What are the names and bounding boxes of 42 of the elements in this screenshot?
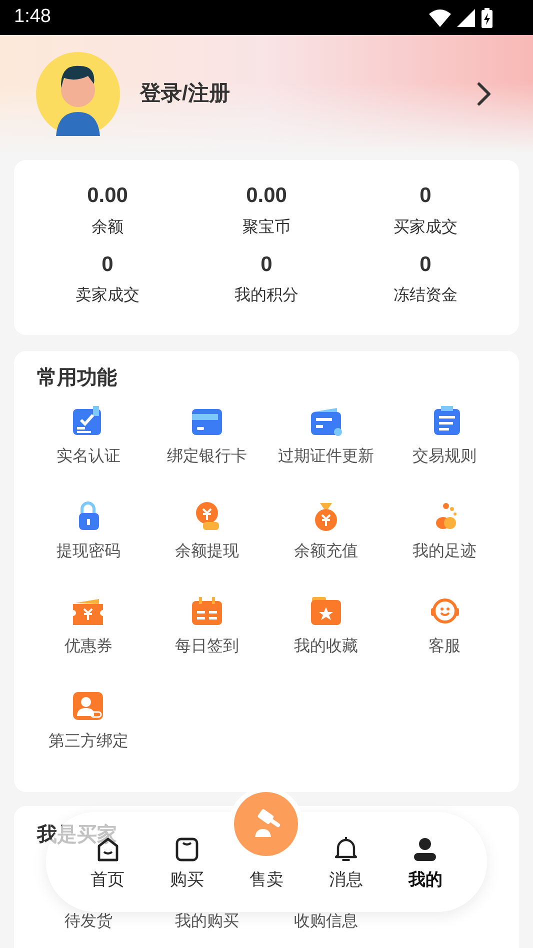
function-label[interactable]: 客服 [428,635,461,659]
signal-icon [457,8,475,26]
function-label[interactable]: 我的足迹 [412,540,477,564]
stat-value: 0 [420,252,432,278]
tab-item[interactable]: 我的 [408,836,442,892]
tab-item[interactable]: 消息 [328,836,363,892]
function-label[interactable]: 余额充值 [294,540,358,564]
battery-icon [481,8,493,28]
stat-label: 卖家成交 [76,286,140,306]
chevron-right-icon[interactable] [477,82,491,106]
function-label[interactable]: 我的收藏 [294,635,358,659]
function-label[interactable]: 交易规则 [412,445,477,469]
function-label[interactable]: 收购信息 [294,910,358,934]
person-icon [412,836,438,862]
stat-label: 聚宝币 [242,218,290,238]
wifi-icon [429,8,451,26]
stat-label: 买家成交 [394,218,458,238]
stat-label: 我的积分 [234,286,298,306]
function-label[interactable]: 绑定银行卡 [167,445,248,469]
function-label[interactable]: 实名认证 [56,445,120,469]
stat-value: 0.00 [246,183,287,209]
gavel-button[interactable] [234,792,298,856]
section-title: 常用功能 [37,366,118,391]
status-time: 1:48 [14,5,51,30]
function-label[interactable]: 待发货 [64,910,112,934]
stat-label: 余额 [92,218,124,238]
function-label[interactable]: 过期证件更新 [278,445,374,469]
tab-item[interactable]: 购买 [170,836,204,892]
function-label[interactable]: 我的购买 [175,910,240,934]
function-label[interactable]: 提现密码 [56,540,120,564]
stat-value: 0 [420,183,432,209]
stat-value: 0 [102,252,114,278]
function-label[interactable]: 第三方绑定 [48,730,128,754]
function-label[interactable]: 优惠券 [64,635,112,659]
stat-value: 0.00 [87,183,128,209]
stat-label: 冻结资金 [394,286,458,306]
function-label[interactable]: 每日签到 [175,635,240,659]
function-label[interactable]: 余额提现 [175,540,240,564]
bell-icon [332,836,359,862]
login-register-link[interactable]: 登录/注册 [140,78,230,110]
stat-value: 0 [260,252,272,278]
bag-icon [174,836,200,862]
